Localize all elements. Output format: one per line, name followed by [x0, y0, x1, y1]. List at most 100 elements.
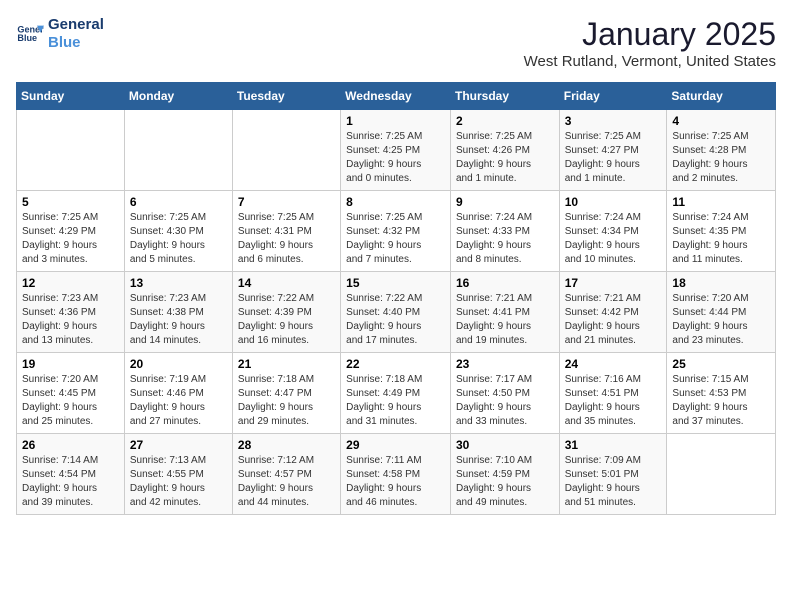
day-info: Sunrise: 7:23 AM Sunset: 4:38 PM Dayligh…	[130, 292, 227, 348]
day-info: Sunrise: 7:25 AM Sunset: 4:30 PM Dayligh…	[130, 211, 227, 267]
weekday-header-monday: Monday	[124, 83, 232, 110]
day-info: Sunrise: 7:16 AM Sunset: 4:51 PM Dayligh…	[565, 373, 662, 429]
weekday-header-wednesday: Wednesday	[341, 83, 451, 110]
day-cell-19: 19 Sunrise: 7:20 AM Sunset: 4:45 PM Dayli…	[17, 353, 125, 434]
day-number: 27	[130, 438, 227, 452]
week-row-3: 12 Sunrise: 7:23 AM Sunset: 4:36 PM Dayli…	[17, 272, 776, 353]
day-cell-2: 2Sunrise: 7:25 AM Sunset: 4:26 PM Daylig…	[450, 110, 559, 191]
day-cell-10: 10 Sunrise: 7:24 AM Sunset: 4:34 PM Dayli…	[559, 191, 667, 272]
weekday-header-thursday: Thursday	[450, 83, 559, 110]
day-number: 24	[565, 357, 662, 371]
day-number: 16	[456, 276, 554, 290]
day-number: 20	[130, 357, 227, 371]
day-number: 21	[238, 357, 335, 371]
empty-cell	[232, 110, 340, 191]
day-info: Sunrise: 7:24 AM Sunset: 4:34 PM Dayligh…	[565, 211, 662, 267]
day-cell-15: 15 Sunrise: 7:22 AM Sunset: 4:40 PM Dayli…	[341, 272, 451, 353]
day-number: 5	[22, 195, 119, 209]
calendar-subtitle: West Rutland, Vermont, United States	[524, 53, 776, 70]
empty-cell	[667, 434, 776, 515]
day-number: 18	[672, 276, 770, 290]
day-cell-5: 5 Sunrise: 7:25 AM Sunset: 4:29 PM Daylig…	[17, 191, 125, 272]
day-info: Sunrise: 7:14 AM Sunset: 4:54 PM Dayligh…	[22, 454, 119, 510]
day-info: Sunrise: 7:25 AM Sunset: 4:32 PM Dayligh…	[346, 211, 445, 267]
day-info: Sunrise: 7:15 AM Sunset: 4:53 PM Dayligh…	[672, 373, 770, 429]
day-info: Sunrise: 7:13 AM Sunset: 4:55 PM Dayligh…	[130, 454, 227, 510]
day-number: 30	[456, 438, 554, 452]
day-number: 15	[346, 276, 445, 290]
day-cell-8: 8 Sunrise: 7:25 AM Sunset: 4:32 PM Daylig…	[341, 191, 451, 272]
day-info: Sunrise: 7:10 AM Sunset: 4:59 PM Dayligh…	[456, 454, 554, 510]
day-number: 9	[456, 195, 554, 209]
day-number: 29	[346, 438, 445, 452]
calendar-title: January 2025	[524, 16, 776, 53]
day-cell-4: 4 Sunrise: 7:25 AM Sunset: 4:28 PM Daylig…	[667, 110, 776, 191]
day-number: 12	[22, 276, 119, 290]
day-cell-21: 21 Sunrise: 7:18 AM Sunset: 4:47 PM Dayli…	[232, 353, 340, 434]
day-cell-30: 30 Sunrise: 7:10 AM Sunset: 4:59 PM Dayli…	[450, 434, 559, 515]
day-cell-31: 31Sunrise: 7:09 AM Sunset: 5:01 PM Dayli…	[559, 434, 667, 515]
day-info: Sunrise: 7:19 AM Sunset: 4:46 PM Dayligh…	[130, 373, 227, 429]
day-cell-7: 7 Sunrise: 7:25 AM Sunset: 4:31 PM Daylig…	[232, 191, 340, 272]
week-row-2: 5 Sunrise: 7:25 AM Sunset: 4:29 PM Daylig…	[17, 191, 776, 272]
day-cell-29: 29 Sunrise: 7:11 AM Sunset: 4:58 PM Dayli…	[341, 434, 451, 515]
day-number: 26	[22, 438, 119, 452]
day-cell-9: 9 Sunrise: 7:24 AM Sunset: 4:33 PM Daylig…	[450, 191, 559, 272]
day-info: Sunrise: 7:17 AM Sunset: 4:50 PM Dayligh…	[456, 373, 554, 429]
day-info: Sunrise: 7:23 AM Sunset: 4:36 PM Dayligh…	[22, 292, 119, 348]
day-cell-22: 22 Sunrise: 7:18 AM Sunset: 4:49 PM Dayli…	[341, 353, 451, 434]
day-cell-11: 11 Sunrise: 7:24 AM Sunset: 4:35 PM Dayli…	[667, 191, 776, 272]
day-cell-6: 6 Sunrise: 7:25 AM Sunset: 4:30 PM Daylig…	[124, 191, 232, 272]
day-info: Sunrise: 7:20 AM Sunset: 4:44 PM Dayligh…	[672, 292, 770, 348]
weekday-header-row: SundayMondayTuesdayWednesdayThursdayFrid…	[17, 83, 776, 110]
day-cell-20: 20 Sunrise: 7:19 AM Sunset: 4:46 PM Dayli…	[124, 353, 232, 434]
weekday-header-sunday: Sunday	[17, 83, 125, 110]
day-info: Sunrise: 7:25 AM Sunset: 4:27 PM Dayligh…	[565, 130, 662, 186]
day-info: Sunrise: 7:22 AM Sunset: 4:39 PM Dayligh…	[238, 292, 335, 348]
day-info: Sunrise: 7:18 AM Sunset: 4:47 PM Dayligh…	[238, 373, 335, 429]
week-row-4: 19 Sunrise: 7:20 AM Sunset: 4:45 PM Dayli…	[17, 353, 776, 434]
week-row-1: 1 Sunrise: 7:25 AM Sunset: 4:25 PM Daylig…	[17, 110, 776, 191]
day-number: 7	[238, 195, 335, 209]
day-cell-13: 13Sunrise: 7:23 AM Sunset: 4:38 PM Dayli…	[124, 272, 232, 353]
calendar-table: SundayMondayTuesdayWednesdayThursdayFrid…	[16, 82, 776, 515]
empty-cell	[124, 110, 232, 191]
day-cell-18: 18 Sunrise: 7:20 AM Sunset: 4:44 PM Dayli…	[667, 272, 776, 353]
day-info: Sunrise: 7:24 AM Sunset: 4:35 PM Dayligh…	[672, 211, 770, 267]
day-info: Sunrise: 7:24 AM Sunset: 4:33 PM Dayligh…	[456, 211, 554, 267]
day-info: Sunrise: 7:12 AM Sunset: 4:57 PM Dayligh…	[238, 454, 335, 510]
day-number: 10	[565, 195, 662, 209]
day-number: 28	[238, 438, 335, 452]
day-info: Sunrise: 7:20 AM Sunset: 4:45 PM Dayligh…	[22, 373, 119, 429]
weekday-header-tuesday: Tuesday	[232, 83, 340, 110]
day-number: 14	[238, 276, 335, 290]
day-number: 6	[130, 195, 227, 209]
day-number: 3	[565, 114, 662, 128]
day-info: Sunrise: 7:11 AM Sunset: 4:58 PM Dayligh…	[346, 454, 445, 510]
day-number: 19	[22, 357, 119, 371]
day-cell-16: 16 Sunrise: 7:21 AM Sunset: 4:41 PM Dayli…	[450, 272, 559, 353]
day-info: Sunrise: 7:25 AM Sunset: 4:29 PM Dayligh…	[22, 211, 119, 267]
day-number: 11	[672, 195, 770, 209]
day-number: 22	[346, 357, 445, 371]
day-cell-25: 25 Sunrise: 7:15 AM Sunset: 4:53 PM Dayli…	[667, 353, 776, 434]
day-info: Sunrise: 7:25 AM Sunset: 4:26 PM Dayligh…	[456, 130, 554, 186]
day-info: Sunrise: 7:25 AM Sunset: 4:31 PM Dayligh…	[238, 211, 335, 267]
week-row-5: 26 Sunrise: 7:14 AM Sunset: 4:54 PM Dayli…	[17, 434, 776, 515]
day-cell-28: 28 Sunrise: 7:12 AM Sunset: 4:57 PM Dayli…	[232, 434, 340, 515]
day-number: 17	[565, 276, 662, 290]
day-number: 25	[672, 357, 770, 371]
day-info: Sunrise: 7:22 AM Sunset: 4:40 PM Dayligh…	[346, 292, 445, 348]
day-info: Sunrise: 7:25 AM Sunset: 4:25 PM Dayligh…	[346, 130, 445, 186]
day-info: Sunrise: 7:21 AM Sunset: 4:41 PM Dayligh…	[456, 292, 554, 348]
weekday-header-friday: Friday	[559, 83, 667, 110]
day-info: Sunrise: 7:25 AM Sunset: 4:28 PM Dayligh…	[672, 130, 770, 186]
day-number: 4	[672, 114, 770, 128]
day-number: 1	[346, 114, 445, 128]
day-cell-1: 1 Sunrise: 7:25 AM Sunset: 4:25 PM Daylig…	[341, 110, 451, 191]
day-cell-17: 17Sunrise: 7:21 AM Sunset: 4:42 PM Dayli…	[559, 272, 667, 353]
day-number: 8	[346, 195, 445, 209]
weekday-header-saturday: Saturday	[667, 83, 776, 110]
day-info: Sunrise: 7:09 AM Sunset: 5:01 PM Dayligh…	[565, 454, 662, 510]
day-info: Sunrise: 7:18 AM Sunset: 4:49 PM Dayligh…	[346, 373, 445, 429]
